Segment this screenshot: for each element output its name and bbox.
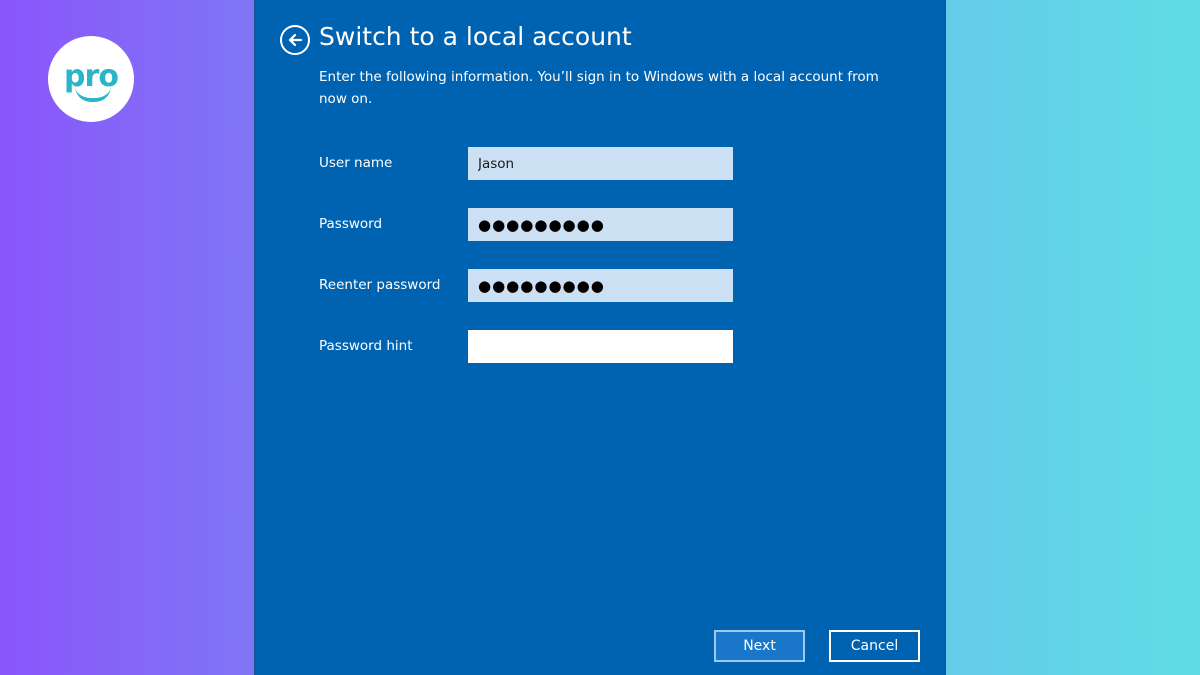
username-input[interactable]	[468, 147, 733, 180]
password-label: Password	[319, 216, 383, 232]
username-label: User name	[319, 155, 393, 171]
next-button[interactable]: Next	[714, 630, 805, 662]
reenter-password-input[interactable]	[468, 269, 733, 302]
password-hint-input[interactable]	[468, 330, 733, 363]
pro-logo: pro	[48, 36, 134, 122]
logo-smile-icon	[75, 86, 111, 102]
reenter-password-label: Reenter password	[319, 277, 441, 293]
arrow-left-circle-icon	[288, 33, 303, 47]
password-input[interactable]	[468, 208, 733, 241]
back-button[interactable]	[280, 25, 310, 55]
page-title: Switch to a local account	[319, 22, 632, 51]
local-account-dialog: Switch to a local account Enter the foll…	[254, 0, 946, 675]
cancel-button[interactable]: Cancel	[829, 630, 920, 662]
password-hint-label: Password hint	[319, 338, 413, 354]
page-description: Enter the following information. You’ll …	[319, 69, 879, 107]
